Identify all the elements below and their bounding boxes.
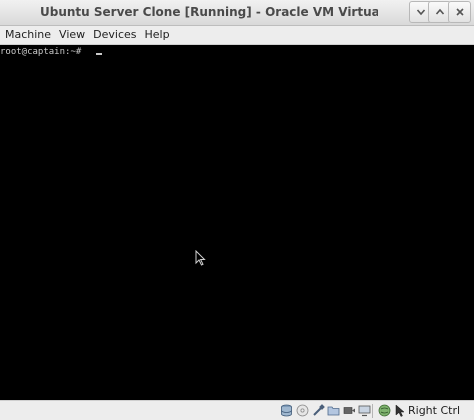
status-bar: Right Ctrl — [0, 400, 474, 420]
status-separator — [372, 404, 373, 418]
network-icon[interactable] — [378, 404, 391, 417]
mouse-pointer-icon — [195, 249, 206, 270]
close-button[interactable] — [448, 1, 471, 23]
video-capture-icon[interactable] — [343, 404, 356, 417]
minimize-icon — [416, 9, 425, 16]
shell-prompt: root@captain:~# — [0, 47, 87, 57]
close-icon — [455, 8, 464, 16]
vm-console-screen[interactable]: root@captain:~# — [0, 45, 474, 400]
usb-icon[interactable] — [312, 404, 325, 417]
text-cursor — [96, 53, 102, 55]
menu-devices[interactable]: Devices — [89, 26, 140, 44]
menu-help[interactable]: Help — [141, 26, 174, 44]
window-title-bar[interactable]: Ubuntu Server Clone [Running] - Oracle V… — [0, 0, 474, 26]
menu-view[interactable]: View — [55, 26, 89, 44]
display-icon[interactable] — [358, 404, 371, 417]
host-key-label: Right Ctrl — [408, 404, 461, 417]
mouse-integration-icon[interactable] — [394, 404, 407, 417]
optical-disk-icon[interactable] — [296, 404, 309, 417]
window-title: Ubuntu Server Clone [Running] - Oracle V… — [40, 5, 378, 19]
shared-folders-icon[interactable] — [327, 404, 340, 417]
menu-bar: Machine View Devices Help — [0, 26, 474, 45]
hard-disk-icon[interactable] — [280, 404, 293, 417]
maximize-icon — [435, 8, 444, 15]
menu-machine[interactable]: Machine — [0, 26, 55, 44]
